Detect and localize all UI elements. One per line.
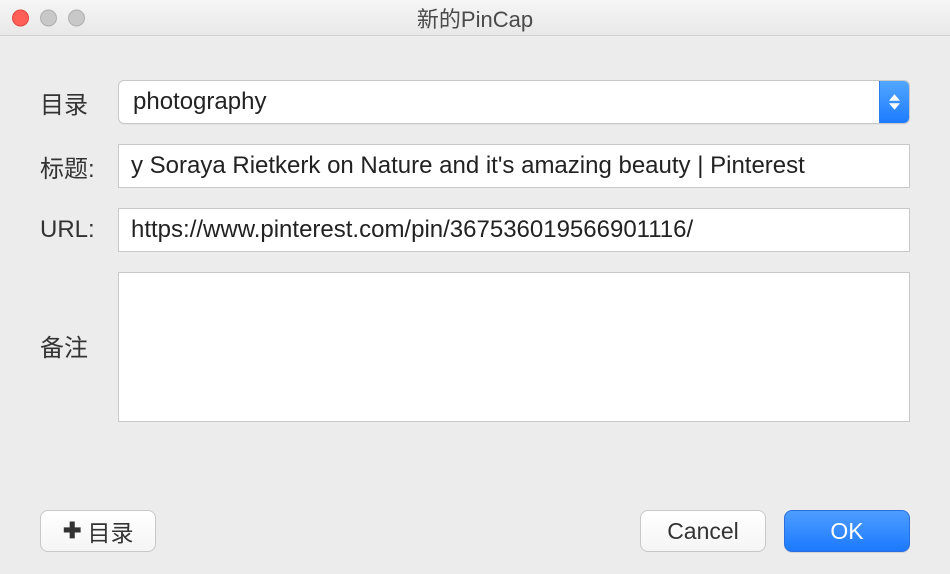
label-url: URL: [40,216,118,244]
label-title: 标题: [40,149,118,184]
footer-right-buttons: Cancel OK [640,510,910,552]
label-notes: 备注 [40,272,118,363]
title-input[interactable] [118,144,910,188]
cancel-label: Cancel [667,518,739,545]
ok-label: OK [830,518,863,545]
directory-combobox[interactable] [118,80,910,124]
notes-textarea[interactable] [118,272,910,422]
row-title: 标题: [40,144,910,188]
label-directory: 目录 [40,85,118,120]
add-directory-button[interactable]: ✚ 目录 [40,510,156,552]
url-input[interactable] [118,208,910,252]
cancel-button[interactable]: Cancel [640,510,766,552]
maximize-window-button[interactable] [68,9,85,26]
ok-button[interactable]: OK [784,510,910,552]
directory-dropdown-button[interactable] [879,81,909,123]
row-directory: 目录 [40,80,910,124]
row-url: URL: [40,208,910,252]
dialog-footer: ✚ 目录 Cancel OK [0,472,950,552]
dialog-content: 目录 标题: URL: 备注 [0,36,950,472]
chevron-up-icon [889,94,900,101]
row-notes: 备注 [40,272,910,428]
directory-input[interactable] [119,81,879,123]
close-window-button[interactable] [12,9,29,26]
minimize-window-button[interactable] [40,9,57,26]
chevron-down-icon [889,103,900,110]
window-title: 新的PinCap [417,2,533,34]
add-directory-label: 目录 [87,514,133,548]
window-controls [12,9,85,26]
plus-icon: ✚ [63,520,81,542]
titlebar: 新的PinCap [0,0,950,36]
